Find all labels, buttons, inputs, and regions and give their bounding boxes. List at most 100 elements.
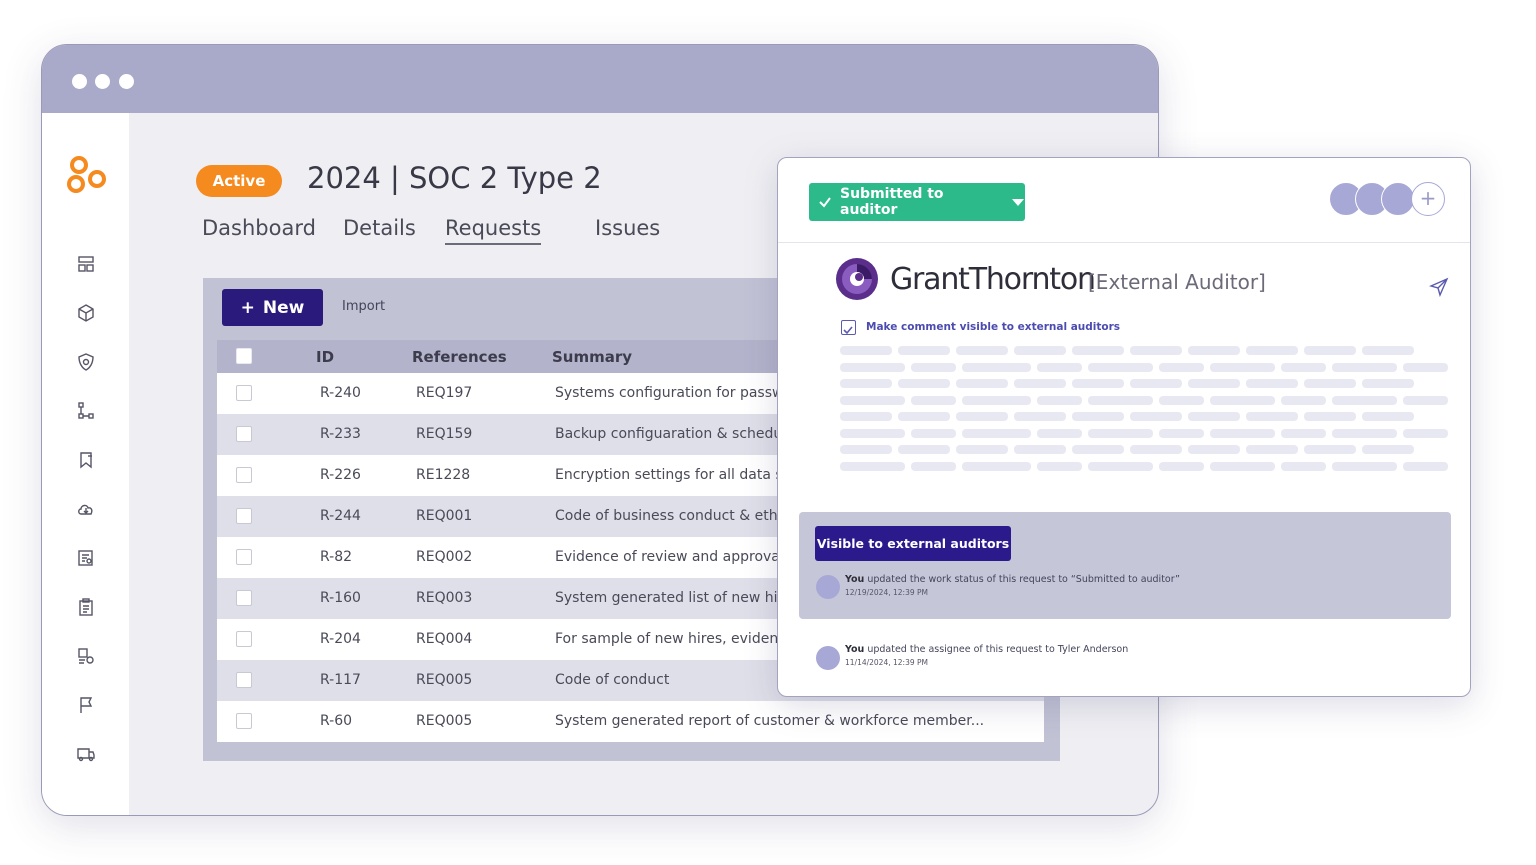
check-icon bbox=[819, 197, 831, 208]
placeholder-block bbox=[1014, 379, 1066, 388]
plus-icon: + bbox=[1419, 186, 1437, 210]
caret-down-icon bbox=[1012, 199, 1024, 206]
auditor-role: [External Auditor] bbox=[1088, 270, 1266, 294]
tab-issues[interactable]: Issues bbox=[595, 216, 660, 240]
placeholder-block bbox=[1014, 412, 1066, 421]
table-row[interactable]: R-60 REQ005 System generated report of c… bbox=[217, 701, 1044, 742]
placeholder-block bbox=[1159, 395, 1204, 405]
placeholder-block bbox=[1209, 461, 1276, 471]
import-button[interactable]: Import bbox=[342, 299, 385, 314]
placeholder-block bbox=[1037, 461, 1082, 471]
truck-icon[interactable] bbox=[76, 744, 96, 764]
app-logo-icon[interactable] bbox=[67, 155, 109, 197]
clipboard-icon[interactable] bbox=[76, 597, 96, 617]
placeholder-block bbox=[1087, 395, 1154, 405]
row-checkbox[interactable] bbox=[236, 467, 252, 483]
visible-to-auditors-button[interactable]: Visible to external auditors bbox=[815, 526, 1011, 561]
placeholder-block bbox=[1362, 379, 1414, 388]
placeholder-block bbox=[962, 395, 1032, 405]
tab-details[interactable]: Details bbox=[343, 216, 416, 240]
row-checkbox[interactable] bbox=[236, 508, 252, 524]
placeholder-block bbox=[1188, 346, 1240, 355]
placeholder-block bbox=[1159, 461, 1204, 471]
placeholder-block bbox=[1130, 412, 1182, 421]
row-checkbox[interactable] bbox=[236, 713, 252, 729]
cloud-icon[interactable] bbox=[76, 499, 96, 519]
row-checkbox[interactable] bbox=[236, 426, 252, 442]
row-checkbox[interactable] bbox=[236, 590, 252, 606]
flag-icon[interactable] bbox=[76, 695, 96, 715]
placeholder-block bbox=[898, 412, 950, 421]
column-header-references[interactable]: References bbox=[412, 348, 507, 366]
row-checkbox[interactable] bbox=[236, 385, 252, 401]
row-checkbox[interactable] bbox=[236, 672, 252, 688]
placeholder-block bbox=[1281, 428, 1326, 438]
shield-icon[interactable] bbox=[76, 352, 96, 372]
cell-reference: REQ003 bbox=[416, 590, 473, 606]
visibility-checkbox[interactable] bbox=[841, 320, 856, 335]
window-control-minimize[interactable] bbox=[95, 74, 110, 89]
placeholder-block bbox=[956, 412, 1008, 421]
cell-reference: REQ001 bbox=[416, 508, 473, 524]
cell-id: R-82 bbox=[320, 549, 353, 565]
placeholder-block bbox=[1403, 428, 1448, 438]
auditor-name: GrantThornton bbox=[890, 262, 1096, 297]
tasks-icon[interactable] bbox=[76, 646, 96, 666]
placeholder-block bbox=[1331, 428, 1398, 438]
new-request-button[interactable]: + New bbox=[222, 289, 323, 326]
placeholder-block bbox=[1072, 412, 1124, 421]
row-checkbox[interactable] bbox=[236, 549, 252, 565]
workflow-icon[interactable] bbox=[76, 401, 96, 421]
placeholder-block bbox=[1087, 428, 1154, 438]
placeholder-block bbox=[1130, 445, 1182, 454]
placeholder-line bbox=[840, 428, 1448, 438]
placeholder-block bbox=[1281, 395, 1326, 405]
package-icon[interactable] bbox=[76, 303, 96, 323]
status-dropdown-button[interactable]: Submitted to auditor bbox=[809, 183, 1025, 221]
send-icon[interactable] bbox=[1428, 277, 1449, 298]
placeholder-block bbox=[1281, 362, 1326, 372]
avatar bbox=[816, 575, 840, 599]
placeholder-block bbox=[840, 445, 892, 454]
placeholder-block bbox=[1331, 395, 1398, 405]
placeholder-block bbox=[1246, 412, 1298, 421]
placeholder-block bbox=[1331, 362, 1398, 372]
visibility-checkbox-label[interactable]: Make comment visible to external auditor… bbox=[866, 321, 1120, 333]
cell-id: R-117 bbox=[320, 672, 361, 688]
tab-requests[interactable]: Requests bbox=[445, 216, 542, 245]
placeholder-block bbox=[1403, 362, 1448, 372]
column-header-summary[interactable]: Summary bbox=[552, 348, 632, 366]
cell-reference: REQ197 bbox=[416, 385, 473, 401]
bookmark-icon[interactable] bbox=[76, 450, 96, 470]
layout-icon[interactable] bbox=[76, 254, 96, 274]
activity-entry-time: 12/19/2024, 12:39 PM bbox=[845, 588, 928, 597]
activity-entry-text: You updated the assignee of this request… bbox=[845, 644, 1129, 655]
cell-summary: System generated report of customer & wo… bbox=[555, 713, 985, 729]
placeholder-block bbox=[911, 362, 956, 372]
placeholder-line bbox=[840, 346, 1448, 355]
placeholder-block bbox=[1362, 346, 1414, 355]
plus-icon: + bbox=[240, 297, 255, 318]
row-checkbox[interactable] bbox=[236, 631, 252, 647]
placeholder-block bbox=[911, 428, 956, 438]
page-title: 2024 | SOC 2 Type 2 bbox=[307, 161, 602, 195]
add-assignee-button[interactable]: + bbox=[1411, 182, 1445, 216]
window-control-maximize[interactable] bbox=[119, 74, 134, 89]
cell-id: R-244 bbox=[320, 508, 361, 524]
avatar[interactable] bbox=[1381, 182, 1415, 216]
placeholder-line bbox=[840, 379, 1448, 388]
cell-reference: REQ002 bbox=[416, 549, 473, 565]
placeholder-block bbox=[911, 461, 956, 471]
window-control-close[interactable] bbox=[72, 74, 87, 89]
new-button-label: New bbox=[262, 297, 305, 318]
placeholder-block bbox=[1403, 395, 1448, 405]
placeholder-line bbox=[840, 445, 1448, 454]
column-header-id[interactable]: ID bbox=[316, 348, 334, 366]
report-icon[interactable] bbox=[76, 548, 96, 568]
status-badge: Active bbox=[196, 165, 282, 197]
select-all-checkbox[interactable] bbox=[236, 348, 252, 364]
cell-reference: RE1228 bbox=[416, 467, 471, 483]
tab-dashboard[interactable]: Dashboard bbox=[202, 216, 316, 240]
placeholder-block bbox=[840, 346, 892, 355]
activity-entry-time: 11/14/2024, 12:39 PM bbox=[845, 658, 928, 667]
